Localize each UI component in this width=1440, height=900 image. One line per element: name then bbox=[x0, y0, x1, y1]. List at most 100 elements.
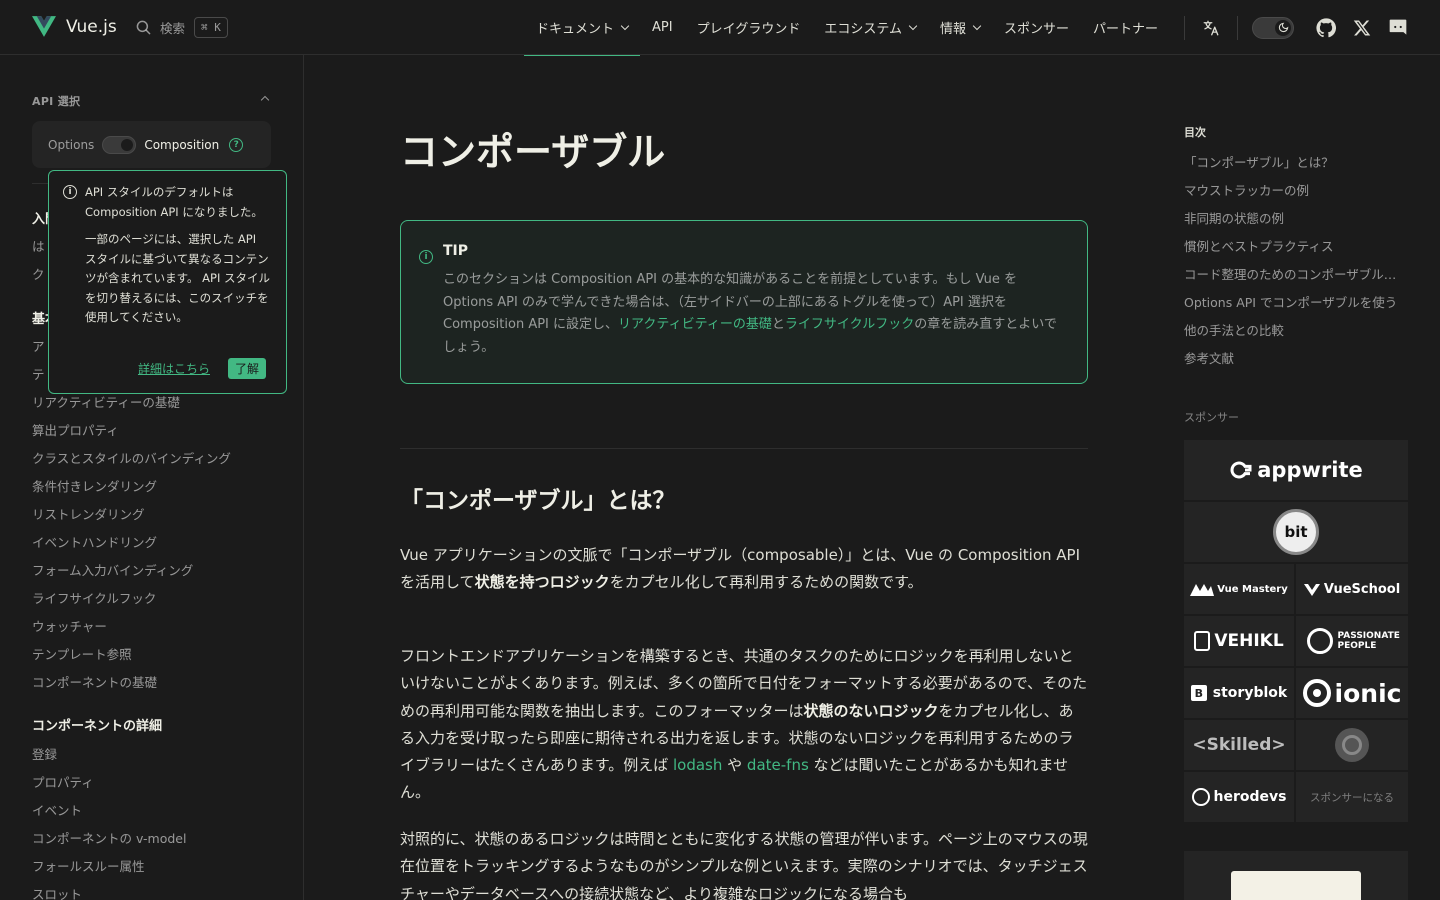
x-twitter-link[interactable] bbox=[1344, 10, 1380, 46]
nav-playground-label: プレイグラウンド bbox=[696, 22, 801, 37]
nav-about[interactable]: 情報 bbox=[928, 0, 992, 55]
paragraph-3: 対照的に、状態のあるロジックは時間とともに変化する状態の管理が伴います。ページ上… bbox=[400, 830, 1088, 900]
reactivity-link[interactable]: リアクティビティーの基礎 bbox=[618, 317, 772, 332]
sponsor-ad-banner[interactable] bbox=[1184, 851, 1408, 900]
sidebar-item-reactivity[interactable]: リアクティビティーの基礎 bbox=[32, 392, 180, 411]
discord-icon bbox=[1389, 19, 1407, 35]
vue-logo-icon bbox=[32, 16, 56, 37]
sidebar-item-intro-1[interactable]: は bbox=[32, 236, 45, 255]
tip-body: このセクションは Composition API の基本的な知識があることを前提… bbox=[443, 269, 1063, 359]
nav-sponsor[interactable]: スポンサー bbox=[992, 0, 1081, 55]
api-preference-tooltip: i API スタイルのデフォルトは Composition API になりました… bbox=[48, 170, 287, 394]
sponsor-herodevs[interactable]: herodevs bbox=[1184, 772, 1294, 822]
chevron-up-icon[interactable] bbox=[260, 95, 270, 105]
date-fns-link[interactable]: date-fns bbox=[747, 756, 809, 774]
nav-playground[interactable]: プレイグラウンド bbox=[685, 0, 813, 55]
search-button[interactable]: 検索 ⌘ K bbox=[136, 17, 228, 38]
sponsor-passionate-people[interactable]: PASSIONATE PEOPLE bbox=[1296, 616, 1408, 666]
sponsor-appwrite[interactable]: appwrite bbox=[1184, 440, 1408, 500]
sidebar-item-computed[interactable]: 算出プロパティ bbox=[32, 420, 119, 439]
nav-right-tools bbox=[1170, 0, 1416, 55]
sponsor-name: VueSchool bbox=[1323, 581, 1401, 597]
sidebar-item-class-style[interactable]: クラスとスタイルのバインディング bbox=[32, 448, 231, 467]
toggle-knob bbox=[121, 138, 134, 151]
sponsors-title: スポンサー bbox=[1184, 411, 1239, 424]
toc-item[interactable]: 慣例とベストプラクティス bbox=[1184, 236, 1408, 255]
text: や bbox=[722, 756, 747, 775]
sidebar-item-component-events[interactable]: イベント bbox=[32, 800, 82, 819]
tooltip-text-1: API スタイルのデフォルトは Composition API になりました。 bbox=[85, 185, 263, 219]
github-link[interactable] bbox=[1308, 10, 1344, 46]
toc-item[interactable]: 非同期の状態の例 bbox=[1184, 208, 1408, 227]
sponsor-name: herodevs bbox=[1213, 789, 1287, 805]
nav-ecosystem[interactable]: エコシステム bbox=[812, 0, 928, 55]
sponsor-name: PASSIONATE PEOPLE bbox=[1337, 631, 1400, 651]
sponsor-skilled[interactable]: <Skilled> bbox=[1184, 720, 1294, 770]
discord-link[interactable] bbox=[1380, 10, 1416, 46]
got-it-button[interactable]: 了解 bbox=[227, 358, 266, 379]
ad-image bbox=[1231, 871, 1361, 900]
nav-api[interactable]: API bbox=[640, 0, 685, 55]
sidebar-item-forms[interactable]: フォーム入力バインディング bbox=[32, 560, 193, 579]
sponsor-name: VEHIKL bbox=[1214, 631, 1284, 651]
theme-toggle[interactable] bbox=[1252, 16, 1294, 39]
api-option-options[interactable]: Options bbox=[48, 138, 94, 152]
sidebar-item-conditional[interactable]: 条件付きレンダリング bbox=[32, 476, 157, 495]
brand-link[interactable]: Vue.js bbox=[32, 16, 117, 37]
sponsor-vehikl[interactable]: VEHIKL bbox=[1184, 616, 1294, 666]
sidebar-item-slots[interactable]: スロット bbox=[32, 884, 82, 900]
lodash-link[interactable]: lodash bbox=[673, 756, 722, 774]
api-option-composition[interactable]: Composition bbox=[144, 138, 219, 152]
sidebar-item-lifecycle[interactable]: ライフサイクルフック bbox=[32, 588, 156, 607]
toc-item[interactable]: 「コンポーザブル」とは？ bbox=[1184, 152, 1408, 171]
sidebar-item-props[interactable]: プロパティ bbox=[32, 772, 94, 791]
main-nav: ドキュメント API プレイグラウンド エコシステム 情報 スポンサー パートナ… bbox=[524, 0, 1170, 56]
toc-item[interactable]: 他の手法との比較 bbox=[1184, 320, 1408, 339]
search-shortcut-badge: ⌘ K bbox=[194, 17, 228, 38]
sidebar-item-events[interactable]: イベントハンドリング bbox=[32, 532, 157, 551]
sponsor-ionic[interactable]: ionic bbox=[1296, 668, 1408, 718]
api-preference-title: API 選択 bbox=[32, 95, 81, 108]
sidebar-item-registration[interactable]: 登録 bbox=[32, 744, 57, 763]
sidebar-item-template-refs[interactable]: テンプレート参照 bbox=[32, 644, 132, 663]
learn-more-link[interactable]: 詳細はこちら bbox=[138, 360, 210, 377]
api-style-toggle[interactable] bbox=[102, 135, 137, 154]
sidebar-item-basics-1[interactable]: ア bbox=[32, 336, 45, 355]
translate-icon[interactable] bbox=[1199, 19, 1223, 37]
nav-partners[interactable]: パートナー bbox=[1081, 0, 1170, 55]
chevron-down-icon bbox=[620, 21, 630, 31]
sponsor-name: appwrite bbox=[1257, 458, 1363, 482]
paragraph-2: フロントエンドアプリケーションを構築するとき、共通のタスクのためにロジックを再利… bbox=[400, 643, 1088, 807]
divider bbox=[1184, 15, 1185, 40]
lifecycle-link[interactable]: ライフサイクルフック bbox=[785, 317, 914, 332]
sponsor-storyblok[interactable]: B storyblok bbox=[1184, 668, 1294, 718]
toc-item[interactable]: マウストラッカーの例 bbox=[1184, 180, 1408, 199]
ionic-logo-icon bbox=[1302, 679, 1331, 707]
sponsor-bit[interactable]: bit bbox=[1184, 502, 1408, 562]
toc-item[interactable]: コード整理のためのコンポーザブル抽出 bbox=[1184, 264, 1408, 283]
bold-text: 状態のないロジック bbox=[803, 701, 939, 720]
sponsor-circle-logo[interactable] bbox=[1296, 720, 1408, 770]
sidebar-item-intro-2[interactable]: ク bbox=[32, 264, 45, 283]
sidebar-group-components-in-depth: コンポーネントの詳細 bbox=[32, 719, 163, 734]
help-icon[interactable]: ? bbox=[229, 137, 244, 152]
sidebar-item-component-basics[interactable]: コンポーネントの基礎 bbox=[32, 672, 157, 691]
toc-item[interactable]: Options API でコンポーザブルを使う bbox=[1184, 292, 1408, 311]
sidebar-item-basics-2[interactable]: テ bbox=[32, 364, 45, 383]
vue-mastery-logo-icon bbox=[1190, 584, 1215, 596]
top-navbar: Vue.js 検索 ⌘ K ドキュメント API プレイグラウンド エコシステム… bbox=[0, 0, 1440, 56]
sidebar-item-v-model[interactable]: コンポーネントの v-model bbox=[32, 828, 186, 847]
sidebar-item-list[interactable]: リストレンダリング bbox=[32, 504, 145, 523]
toc-item[interactable]: 参考文献 bbox=[1184, 348, 1408, 367]
nav-docs-label: ドキュメント bbox=[536, 22, 615, 37]
sidebar-item-watchers[interactable]: ウォッチャー bbox=[32, 616, 107, 635]
api-preference-switch: Options Composition ? bbox=[32, 121, 271, 168]
become-sponsor-link[interactable]: スポンサーになる bbox=[1296, 772, 1408, 822]
sponsor-vue-mastery[interactable]: Vue Mastery bbox=[1184, 564, 1294, 614]
divider bbox=[400, 448, 1088, 449]
nav-partners-label: パートナー bbox=[1093, 22, 1159, 37]
sidebar-item-fallthrough[interactable]: フォールスルー属性 bbox=[32, 856, 145, 875]
nav-docs[interactable]: ドキュメント bbox=[524, 0, 641, 56]
sponsor-vue-school[interactable]: VueSchool bbox=[1296, 564, 1408, 614]
page-title: コンポーザブル bbox=[400, 130, 666, 174]
